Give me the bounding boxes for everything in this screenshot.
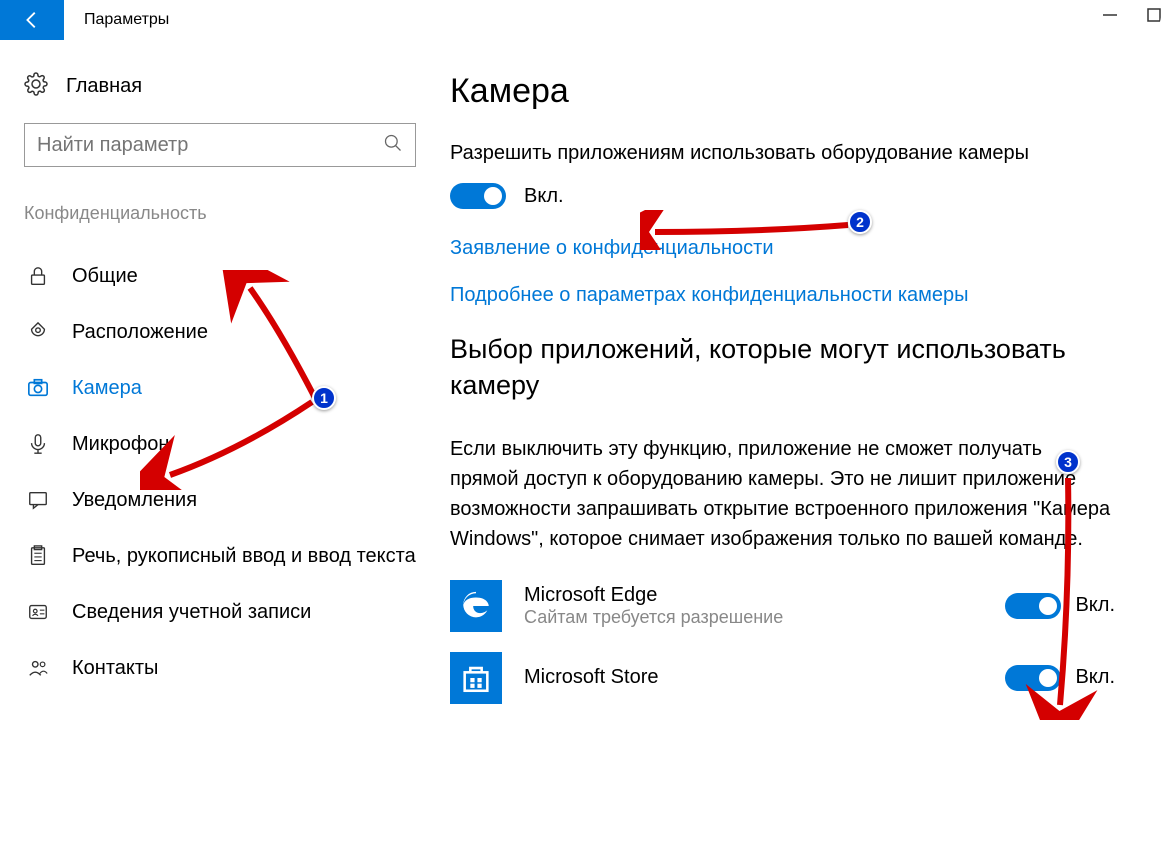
microphone-icon (24, 430, 52, 458)
choose-apps-heading: Выбор приложений, которые могут использо… (450, 331, 1115, 404)
edge-app-icon (450, 580, 502, 632)
sidebar-item-speech[interactable]: Речь, рукописный ввод и ввод текста (24, 528, 416, 584)
lock-icon (24, 262, 52, 290)
annotation-badge-3: 3 (1056, 450, 1080, 474)
sidebar-item-label: Сведения учетной записи (72, 601, 311, 624)
privacy-statement-link[interactable]: Заявление о конфиденциальности (450, 237, 1115, 260)
sidebar-item-label: Камера (72, 377, 142, 400)
maximize-icon (1147, 8, 1161, 22)
app-name: Microsoft Edge (524, 584, 1005, 607)
location-icon (24, 318, 52, 346)
sidebar-item-notifications[interactable]: Уведомления (24, 472, 416, 528)
sidebar-item-camera[interactable]: Камера (24, 360, 416, 416)
window-controls (1101, 6, 1163, 24)
window-title: Параметры (84, 11, 169, 29)
annotation-badge-2: 2 (848, 210, 872, 234)
sidebar-item-label: Микрофон (72, 433, 169, 456)
message-icon (24, 486, 52, 514)
annotation-badge-1: 1 (312, 386, 336, 410)
clipboard-icon (24, 542, 52, 570)
app-row-edge: Microsoft Edge Сайтам требуется разрешен… (450, 580, 1115, 632)
store-toggle-state: Вкл. (1075, 666, 1115, 689)
edge-toggle-state: Вкл. (1075, 594, 1115, 617)
sidebar-item-contacts[interactable]: Контакты (24, 640, 416, 696)
sidebar-item-account[interactable]: Сведения учетной записи (24, 584, 416, 640)
search-icon (383, 133, 403, 158)
page-title: Камера (450, 72, 1115, 111)
sidebar-item-microphone[interactable]: Микрофон (24, 416, 416, 472)
contacts-icon (24, 654, 52, 682)
sidebar-item-label: Речь, рукописный ввод и ввод текста (72, 545, 416, 568)
back-button[interactable] (0, 0, 64, 40)
section-label: Конфиденциальность (24, 203, 416, 224)
home-label: Главная (66, 75, 142, 98)
minimize-icon (1103, 8, 1117, 22)
gear-icon (24, 72, 48, 101)
home-row[interactable]: Главная (24, 64, 416, 123)
sidebar-item-location[interactable]: Расположение (24, 304, 416, 360)
edge-toggle[interactable] (1005, 593, 1061, 619)
sidebar: Главная Конфиденциальность Общие Располо… (0, 40, 440, 866)
sidebar-item-label: Общие (72, 265, 138, 288)
sidebar-item-label: Расположение (72, 321, 208, 344)
arrow-left-icon (21, 9, 43, 31)
store-app-icon (450, 652, 502, 704)
app-sub: Сайтам требуется разрешение (524, 607, 1005, 628)
titlebar: Параметры (0, 0, 1175, 40)
sidebar-item-label: Контакты (72, 657, 158, 680)
minimize-button[interactable] (1101, 6, 1119, 24)
allow-camera-toggle[interactable] (450, 183, 506, 209)
store-toggle[interactable] (1005, 665, 1061, 691)
camera-icon (24, 374, 52, 402)
search-input[interactable] (37, 134, 383, 157)
account-icon (24, 598, 52, 626)
allow-camera-toggle-row: Вкл. (450, 183, 1115, 209)
allow-camera-label: Разрешить приложениям использовать обору… (450, 139, 1115, 167)
search-box[interactable] (24, 123, 416, 167)
choose-apps-description: Если выключить эту функцию, приложение н… (450, 434, 1115, 554)
app-name: Microsoft Store (524, 666, 1005, 689)
sidebar-item-general[interactable]: Общие (24, 248, 416, 304)
app-row-store: Microsoft Store Вкл. (450, 652, 1115, 704)
allow-camera-state: Вкл. (524, 185, 564, 208)
sidebar-item-label: Уведомления (72, 489, 197, 512)
learn-more-link[interactable]: Подробнее о параметрах конфиденциальност… (450, 284, 1115, 307)
